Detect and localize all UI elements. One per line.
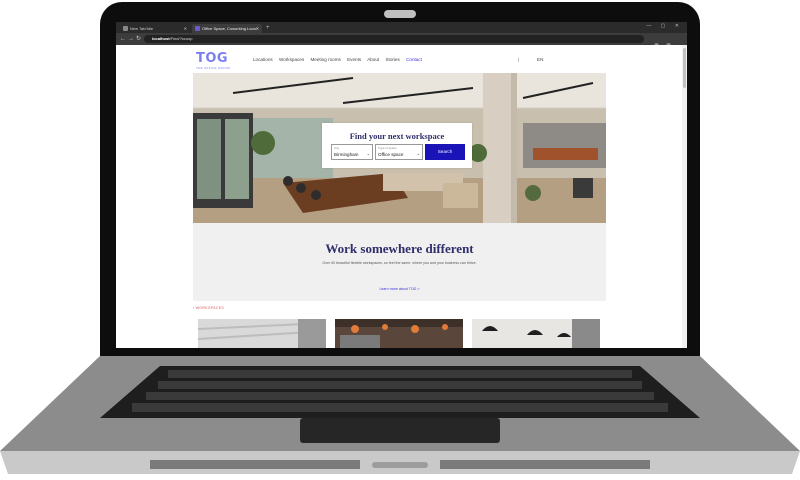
language-selector[interactable]: EN <box>537 57 543 62</box>
learn-more-link[interactable]: Learn more about TOG > <box>193 287 606 291</box>
space-type-label: Type of space <box>378 146 397 150</box>
scrollbar-thumb[interactable] <box>683 48 686 88</box>
workspace-photo <box>198 319 326 348</box>
reload-icon[interactable]: ↻ <box>136 35 141 43</box>
site-logo-subtitle: THE OFFICE GROUP <box>196 66 231 70</box>
section-label: / WORKSPACES <box>193 306 225 310</box>
forward-icon[interactable]: → <box>128 35 134 43</box>
close-tab-icon[interactable]: ✕ <box>256 24 259 33</box>
nav-contact[interactable]: Contact <box>406 57 422 62</box>
page-scrollbar[interactable] <box>682 45 687 348</box>
tab-label: Office Space, Coworking Loca <box>202 26 256 31</box>
site-logo[interactable]: TOG <box>196 52 228 65</box>
nav-workspaces[interactable]: Workspaces <box>279 57 304 62</box>
intro-title: Work somewhere different <box>325 241 474 256</box>
new-tab-button[interactable]: + <box>266 24 270 33</box>
browser-tab-active[interactable]: Office Space, Coworking Loca ✕ <box>192 24 262 33</box>
tab-favicon-icon <box>123 26 128 31</box>
main-nav: Locations Workspaces Meeting rooms Event… <box>253 57 427 62</box>
laptop-base <box>0 356 800 474</box>
intro-section: Work somewhere different Over 50 beautif… <box>193 223 606 301</box>
chevron-down-icon: ⌄ <box>366 151 370 156</box>
space-type-value: Office space <box>378 152 404 157</box>
browser-toolbar: ← → ↻ localhost/Find/?scoop <box>116 33 687 66</box>
screen: New Tab/Idle ✕ Office Space, Coworking L… <box>116 22 687 348</box>
workspace-card[interactable] <box>335 319 463 348</box>
intro-text: Over 50 beautiful flexible workspaces, s… <box>322 261 477 265</box>
url-host: localhost <box>152 36 170 41</box>
close-tab-icon[interactable]: ✕ <box>184 24 187 33</box>
city-label: City <box>334 146 340 150</box>
toolbar-icons <box>651 35 681 66</box>
web-page: TOG THE OFFICE GROUP Locations Workspace… <box>116 45 687 348</box>
workspace-card[interactable] <box>472 319 600 348</box>
nav-about[interactable]: About <box>367 57 379 62</box>
tab-label: New Tab/Idle <box>130 26 154 31</box>
back-icon[interactable]: ← <box>120 35 126 43</box>
workspace-photo <box>472 319 600 348</box>
nav-locations[interactable]: Locations <box>253 57 273 62</box>
browser-tab-newtab[interactable]: New Tab/Idle ✕ <box>120 24 190 33</box>
nav-events[interactable]: Events <box>347 57 361 62</box>
hero-image: Find your next workspace City Birmingham… <box>193 73 606 223</box>
url-path: /Find/?scoop <box>169 36 193 41</box>
city-select[interactable]: City Birmingham ⌄ <box>331 144 373 160</box>
workspace-photo <box>335 319 463 348</box>
workspace-card[interactable] <box>198 319 326 348</box>
nav-separator: | <box>518 57 520 62</box>
city-value: Birmingham <box>334 152 359 157</box>
search-title: Find your next workspace <box>349 131 445 141</box>
chevron-down-icon: ⌄ <box>416 151 420 156</box>
nav-meeting-rooms[interactable]: Meeting rooms <box>310 57 340 62</box>
laptop: New Tab/Idle ✕ Office Space, Coworking L… <box>0 0 800 480</box>
search-button[interactable]: Search <box>425 144 465 160</box>
browser-tab-bar: New Tab/Idle ✕ Office Space, Coworking L… <box>116 22 687 33</box>
space-type-select[interactable]: Type of space Office space ⌄ <box>375 144 423 160</box>
webcam <box>384 10 416 18</box>
address-bar[interactable]: localhost/Find/?scoop <box>144 35 644 43</box>
search-panel: Find your next workspace City Birmingham… <box>322 123 472 168</box>
tab-favicon-icon <box>195 26 200 31</box>
window-controls[interactable]: — ▢ ✕ <box>646 23 683 29</box>
nav-stories[interactable]: Stories <box>385 57 399 62</box>
